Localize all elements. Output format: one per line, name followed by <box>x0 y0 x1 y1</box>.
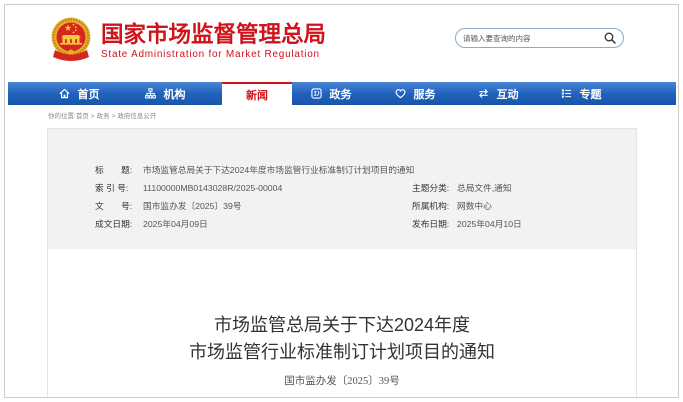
article-title-line: 市场监管总局关于下达2024年度 <box>213 315 471 335</box>
nav-label: 新闻 <box>246 89 268 102</box>
info-value-index-number: 11100000MB0143028R/2025-00004 <box>143 183 283 193</box>
info-value-document-number: 国市监办发〔2025〕39号 <box>143 201 242 211</box>
nav-item-home[interactable]: 首页 <box>37 82 121 105</box>
breadcrumb-government-link[interactable]: 政务 <box>97 113 110 120</box>
nav-label: 互动 <box>496 88 519 101</box>
nav-item-news[interactable]: 新闻 <box>222 82 292 105</box>
info-value-date-written: 2025年04月09日 <box>143 219 208 229</box>
breadcrumb-info-disclosure-link[interactable]: 政府信息公开 <box>117 113 156 120</box>
info-label-document-number: 文 号: <box>95 201 133 211</box>
info-value-title: 市场监管总局关于下达2024年度市场监管行业标准制订计划项目的通知 <box>143 165 415 175</box>
article-title-line: 市场监管行业标准制订计划项目的通知 <box>189 342 495 362</box>
nav-item-services[interactable]: 服务 <box>373 82 457 105</box>
nav-label: 专题 <box>579 88 602 101</box>
nav-item-organization[interactable]: 机构 <box>123 82 207 105</box>
info-label-index-number: 索 引 号: <box>95 183 129 193</box>
search-button[interactable] <box>604 32 616 44</box>
nav-label: 首页 <box>77 88 100 101</box>
government-affairs-icon <box>310 88 322 99</box>
exchange-icon <box>478 88 488 99</box>
breadcrumb-prefix: 你的位置: <box>48 113 76 120</box>
breadcrumb-separator: > <box>90 113 95 120</box>
info-value-date-published: 2025年04月10日 <box>457 219 522 229</box>
info-label-subject-category: 主题分类: <box>412 183 450 193</box>
nav-label: 政务 <box>329 88 352 101</box>
breadcrumb-home-link[interactable]: 首页 <box>76 113 89 120</box>
heart-icon <box>395 89 405 99</box>
info-label-date-written: 成文日期: <box>95 219 133 229</box>
nav-label: 服务 <box>413 88 436 101</box>
home-icon <box>59 88 69 99</box>
info-value-subject-category: 总局文件,通知 <box>457 183 512 193</box>
document-info-box: 标 题: 市场监管总局关于下达2024年度市场监管行业标准制订计划项目的通知 索… <box>48 129 636 249</box>
national-emblem-icon <box>51 17 91 61</box>
list-icon <box>561 89 571 98</box>
info-label-issuing-unit: 所属机构: <box>412 201 450 211</box>
nav-item-topics[interactable]: 专题 <box>539 82 623 105</box>
nav-item-government-affairs[interactable]: 政务 <box>289 82 373 105</box>
search-input[interactable] <box>463 31 603 45</box>
content-panel: 标 题: 市场监管总局关于下达2024年度市场监管行业标准制订计划项目的通知 索… <box>47 128 637 397</box>
info-label-date-published: 发布日期: <box>412 219 450 229</box>
search-icon <box>604 32 616 44</box>
main-nav: 首页 机构 新闻 政务 服务 互动 专题 <box>8 82 676 105</box>
site-title: 国家市场监督管理总局 <box>101 22 327 47</box>
search-box <box>455 28 624 48</box>
info-value-issuing-unit: 网数中心 <box>457 201 492 211</box>
site-subtitle: State Administration for Market Regulati… <box>101 49 320 60</box>
article-title: 市场监管总局关于下达2024年度 市场监管行业标准制订计划项目的通知 <box>48 312 636 366</box>
nav-item-interaction[interactable]: 互动 <box>456 82 540 105</box>
article-document-number: 国市监办发〔2025〕39号 <box>284 376 400 387</box>
nav-label: 机构 <box>163 88 186 101</box>
breadcrumb-separator: > <box>111 113 116 120</box>
breadcrumb: 你的位置:首页 > 政务 > 政府信息公开 <box>48 113 156 121</box>
org-chart-icon <box>144 88 156 99</box>
info-label-title: 标 题: <box>95 165 133 175</box>
